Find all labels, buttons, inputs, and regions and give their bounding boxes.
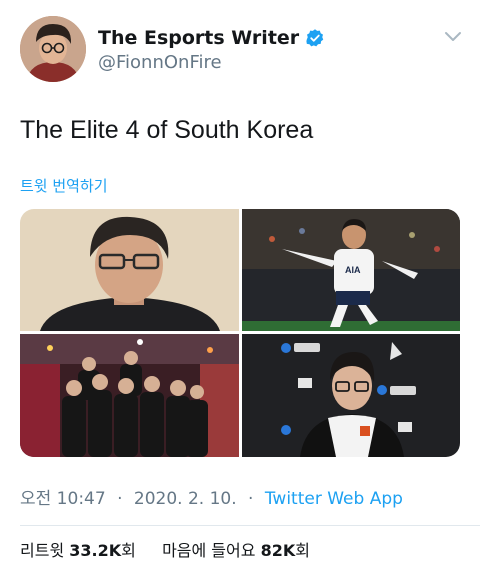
tweet-source-link[interactable]: Twitter Web App [265, 489, 403, 509]
tweet-header: The Esports Writer @FionnOnFire [20, 16, 465, 84]
tweet-text: The Elite 4 of South Korea [20, 116, 314, 144]
verified-badge-icon [306, 29, 324, 47]
meta-separator: · [248, 489, 254, 509]
display-name[interactable]: The Esports Writer [98, 26, 299, 50]
tweet-date[interactable]: 2020. 2. 10. [134, 489, 237, 509]
likes-count: 82K [260, 541, 296, 560]
divider [20, 525, 480, 526]
tweet-meta: 오전 10:47 · 2020. 2. 10. · Twitter Web Ap… [20, 487, 403, 511]
meta-separator: · [117, 489, 123, 509]
engagement-stats: 리트윗 33.2K회 마음에 들어요 82K회 [20, 540, 310, 562]
retweets-label: 리트윗 [20, 541, 65, 560]
likes-suffix: 회 [295, 541, 310, 560]
retweets-count: 33.2K [69, 541, 122, 560]
translate-tweet-link[interactable]: 트윗 번역하기 [20, 176, 108, 196]
tweet-time[interactable]: 오전 10:47 [20, 489, 106, 509]
media-photo-2[interactable]: AIA [242, 209, 460, 331]
retweets-suffix: 회 [121, 541, 136, 560]
esports-player-photo-icon [242, 334, 460, 457]
likes-label: 마음에 들어요 [162, 541, 256, 560]
media-grid: AIA [20, 209, 460, 457]
football-player-photo-icon: AIA [242, 209, 460, 331]
handle[interactable]: @FionnOnFire [98, 52, 325, 74]
svg-text:AIA: AIA [345, 265, 361, 275]
portrait-photo-icon [20, 209, 239, 331]
media-photo-1[interactable] [20, 209, 239, 331]
media-photo-3[interactable] [20, 334, 239, 457]
likes-stat[interactable]: 마음에 들어요 82K회 [162, 541, 310, 560]
avatar[interactable] [20, 16, 86, 82]
group-photo-icon [20, 334, 239, 457]
retweets-stat[interactable]: 리트윗 33.2K회 [20, 541, 136, 560]
display-name-row[interactable]: The Esports Writer [98, 26, 325, 50]
media-photo-4[interactable] [242, 334, 460, 457]
chevron-down-icon[interactable] [443, 26, 463, 46]
